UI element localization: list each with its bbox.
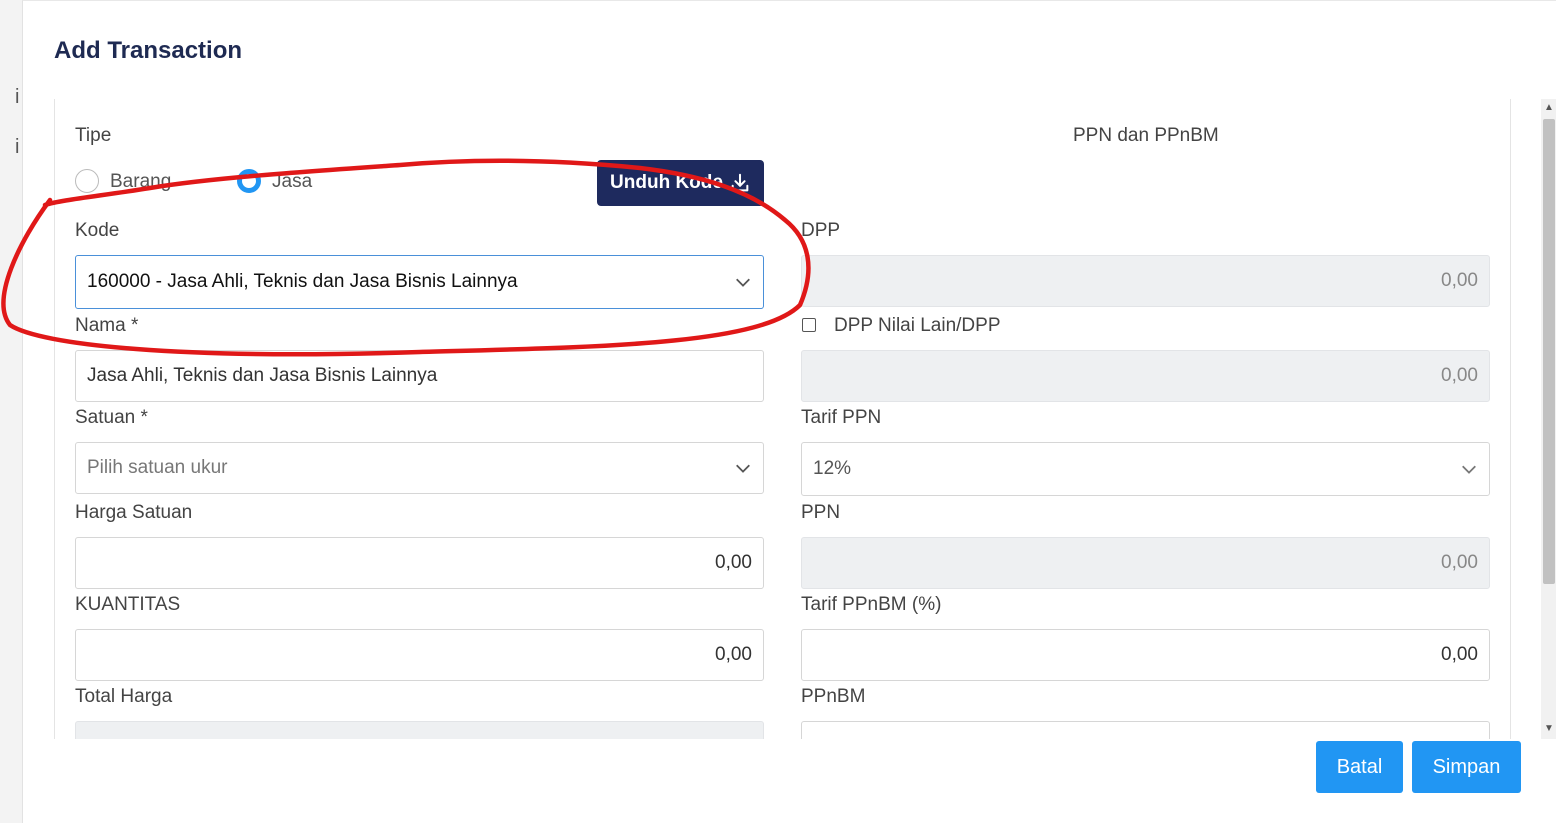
tarif-ppnbm-value: 0,00 <box>1441 644 1478 665</box>
simpan-label: Simpan <box>1432 755 1501 778</box>
dpp-label: DPP <box>801 220 841 241</box>
radio-jasa[interactable] <box>237 169 261 193</box>
kode-select[interactable]: 160000 - Jasa Ahli, Teknis dan Jasa Bisn… <box>75 255 764 309</box>
tarif-ppn-select[interactable]: 12% <box>801 442 1490 496</box>
ppn-value: 0,00 <box>1441 552 1478 573</box>
dpp-input: 0,00 <box>801 255 1490 307</box>
radio-barang[interactable] <box>75 169 99 193</box>
unduh-kode-label: Unduh Kode <box>610 172 723 193</box>
page: i i Add Transaction Tipe Barang Jasa Und… <box>0 0 1556 823</box>
kuantitas-value: 0,00 <box>715 644 752 665</box>
dpp-nilai-lain-value: 0,00 <box>1441 365 1478 386</box>
nama-input[interactable]: Jasa Ahli, Teknis dan Jasa Bisnis Lainny… <box>75 350 764 402</box>
tarif-ppn-label: Tarif PPN <box>801 407 882 428</box>
radio-jasa-label[interactable]: Jasa <box>272 171 312 193</box>
harga-satuan-input[interactable]: 0,00 <box>75 537 764 589</box>
dpp-nilai-lain-label[interactable]: DPP Nilai Lain/DPP <box>834 315 1001 337</box>
background-text-fragment: i <box>15 86 20 108</box>
simpan-button[interactable]: Simpan <box>1412 741 1521 793</box>
ppnbm-label: PPnBM <box>801 686 866 707</box>
satuan-placeholder: Pilih satuan ukur <box>87 457 228 478</box>
harga-satuan-value: 0,00 <box>715 552 752 573</box>
kuantitas-label: KUANTITAS <box>75 594 181 615</box>
total-harga-input <box>75 721 764 739</box>
dpp-nilai-lain-checkbox[interactable] <box>802 318 816 332</box>
dpp-nilai-lain-input: 0,00 <box>801 350 1490 402</box>
radio-barang-label[interactable]: Barang <box>110 171 171 193</box>
ppn-input: 0,00 <box>801 537 1490 589</box>
tipe-label: Tipe <box>75 125 112 146</box>
tarif-ppnbm-input[interactable]: 0,00 <box>801 629 1490 681</box>
add-transaction-modal: Add Transaction Tipe Barang Jasa Unduh K… <box>22 0 1556 823</box>
tarif-ppn-value: 12% <box>813 458 852 479</box>
download-icon <box>731 173 749 192</box>
harga-satuan-label: Harga Satuan <box>75 502 193 523</box>
form-card: Tipe Barang Jasa Unduh Kode Kode 160000 … <box>54 99 1511 739</box>
background-text-fragment: i <box>15 136 20 158</box>
tarif-ppnbm-label: Tarif PPnBM (%) <box>801 594 942 615</box>
dpp-value: 0,00 <box>1441 270 1478 291</box>
modal-title: Add Transaction <box>54 37 243 64</box>
form-scrollbar[interactable]: ▲ ▼ <box>1541 99 1556 739</box>
chevron-down-icon <box>736 464 750 473</box>
nama-input-value: Jasa Ahli, Teknis dan Jasa Bisnis Lainny… <box>87 365 438 386</box>
unduh-kode-button[interactable]: Unduh Kode <box>597 160 764 206</box>
kuantitas-input[interactable]: 0,00 <box>75 629 764 681</box>
kode-select-value: 160000 - Jasa Ahli, Teknis dan Jasa Bisn… <box>87 271 518 292</box>
scroll-down-icon[interactable]: ▼ <box>1544 723 1554 734</box>
batal-button[interactable]: Batal <box>1316 741 1403 793</box>
chevron-down-icon <box>1462 465 1476 474</box>
batal-label: Batal <box>1336 755 1383 778</box>
kode-label: Kode <box>75 220 120 241</box>
total-harga-label: Total Harga <box>75 686 173 707</box>
scroll-up-icon[interactable]: ▲ <box>1544 102 1554 113</box>
chevron-down-icon <box>736 278 750 287</box>
satuan-label: Satuan * <box>75 407 148 428</box>
satuan-select[interactable]: Pilih satuan ukur <box>75 442 764 494</box>
ppn-section-title: PPN dan PPnBM <box>1073 125 1219 146</box>
nama-label: Nama * <box>75 315 139 336</box>
ppn-label: PPN <box>801 502 841 523</box>
scroll-thumb[interactable] <box>1543 119 1555 584</box>
ppnbm-input[interactable] <box>801 721 1490 739</box>
